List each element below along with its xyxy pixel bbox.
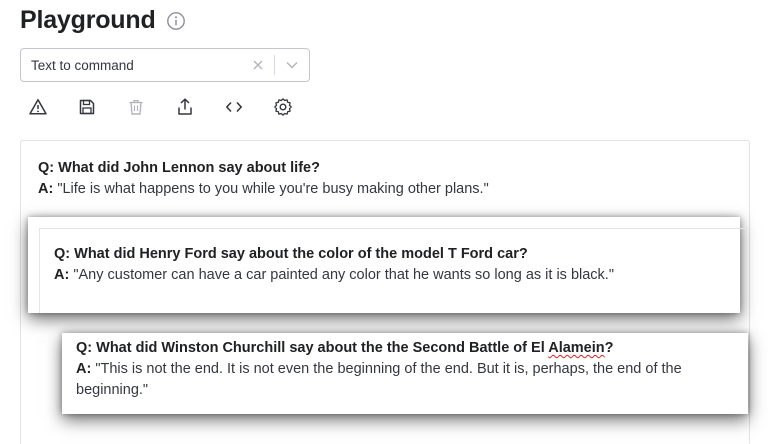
answer-line: A: "Any customer can have a car painted … bbox=[54, 265, 734, 286]
answer-label: A: bbox=[38, 181, 54, 197]
preset-select-value: Text to command bbox=[31, 57, 134, 73]
spellcheck-flagged-word: Alamein bbox=[548, 340, 605, 356]
answer-text: "Life is what happens to you while you'r… bbox=[57, 181, 489, 197]
question-line: Q: What did John Lennon say about life? bbox=[38, 158, 728, 179]
question-line: Q: What did Winston Churchill say about … bbox=[76, 338, 746, 359]
zoom-callout-card: Q: What did Henry Ford say about the col… bbox=[28, 217, 751, 313]
share-icon[interactable] bbox=[175, 96, 195, 118]
info-icon[interactable] bbox=[166, 11, 186, 31]
code-icon[interactable] bbox=[224, 96, 244, 118]
save-icon[interactable] bbox=[77, 96, 97, 118]
qa-pair: Q: What did Winston Churchill say about … bbox=[76, 338, 746, 401]
qa-pair: Q: What did Henry Ford say about the col… bbox=[54, 244, 734, 286]
page-title: Playground bbox=[20, 6, 156, 34]
question-text-start: What did Winston Churchill say about the… bbox=[96, 340, 549, 356]
answer-text: "This is not the end. It is not even the… bbox=[76, 361, 682, 398]
answer-label: A: bbox=[54, 267, 70, 283]
question-label: Q: bbox=[76, 340, 93, 356]
zoom-callout-card: Q: What did Winston Churchill say about … bbox=[62, 333, 748, 414]
delete-icon[interactable] bbox=[126, 96, 146, 118]
qa-pair: Q: What did John Lennon say about life? … bbox=[38, 158, 728, 200]
page-header: Playground bbox=[20, 6, 186, 35]
settings-icon[interactable] bbox=[273, 96, 293, 118]
warning-icon[interactable] bbox=[28, 96, 48, 118]
question-text: What did Henry Ford say about the color … bbox=[74, 246, 528, 262]
answer-line: A: "Life is what happens to you while yo… bbox=[38, 179, 728, 200]
clear-icon[interactable] bbox=[248, 55, 268, 75]
preset-select[interactable]: Text to command bbox=[20, 48, 310, 82]
chevron-down-icon[interactable] bbox=[275, 49, 309, 81]
question-text: What did John Lennon say about life? bbox=[58, 160, 320, 176]
question-text: What did Winston Churchill say about the… bbox=[96, 340, 613, 356]
answer-label: A: bbox=[76, 361, 92, 377]
toolbar bbox=[28, 96, 322, 118]
question-text-end: ? bbox=[604, 340, 614, 356]
question-line: Q: What did Henry Ford say about the col… bbox=[54, 244, 734, 265]
answer-text: "Any customer can have a car painted any… bbox=[73, 267, 614, 283]
question-label: Q: bbox=[54, 246, 71, 262]
answer-line: A: "This is not the end. It is not even … bbox=[76, 359, 746, 401]
question-label: Q: bbox=[38, 160, 55, 176]
